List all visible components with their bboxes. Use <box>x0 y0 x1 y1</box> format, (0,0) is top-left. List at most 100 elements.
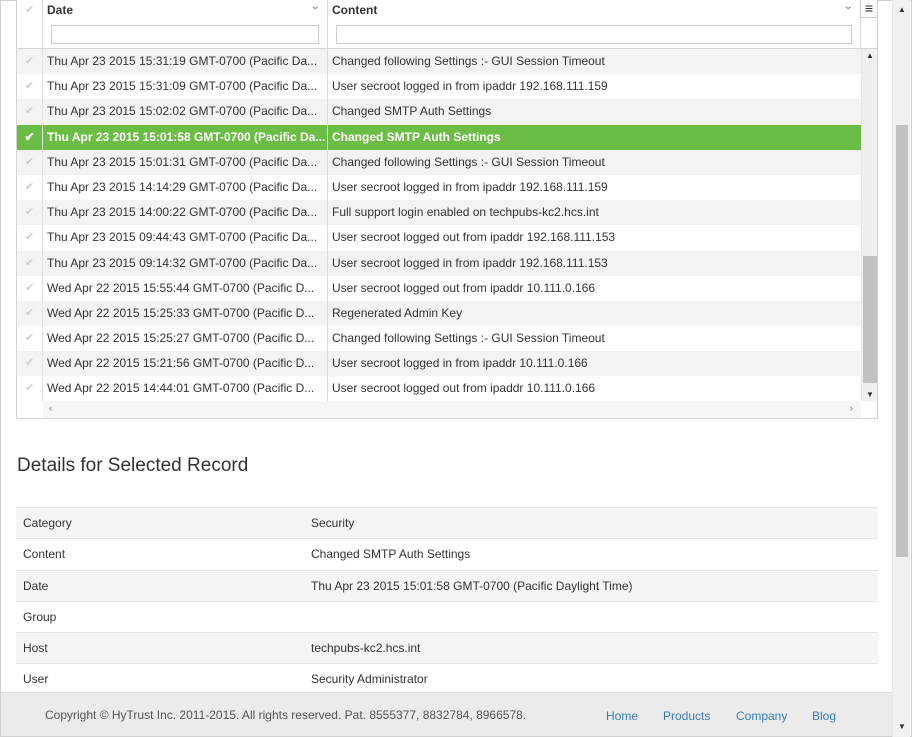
menu-icon[interactable]: ≡ <box>860 0 877 18</box>
row-date: Wed Apr 22 2015 15:25:33 GMT-0700 (Pacif… <box>43 300 328 327</box>
row-content: User secroot logged out from ipaddr 192.… <box>332 230 616 245</box>
column-header-content[interactable]: Content ⌄ <box>328 0 861 48</box>
check-icon[interactable]: ✔ <box>17 225 43 251</box>
grid-scroll-thumb[interactable] <box>863 256 877 383</box>
audit-log-grid: ✔ Date ⌄ Content ⌄ ≡ ✔ Thu Apr 23 2015 15… <box>16 0 878 419</box>
row-content: Full support login enabled on techpubs-k… <box>332 205 599 220</box>
grid-horizontal-scrollbar[interactable]: ‹ › <box>43 401 861 418</box>
detail-row: Content Changed SMTP Auth Settings <box>16 538 878 570</box>
detail-value: Changed SMTP Auth Settings <box>311 547 471 562</box>
content-filter-input[interactable] <box>336 25 852 44</box>
row-date: Thu Apr 23 2015 15:02:02 GMT-0700 (Pacif… <box>43 99 328 125</box>
footer-link-home[interactable]: Home <box>606 709 638 723</box>
footer-link-products[interactable]: Products <box>663 709 710 723</box>
detail-key: Group <box>23 609 57 624</box>
detail-row: Group <box>16 600 878 633</box>
check-icon[interactable]: ✔ <box>17 326 43 352</box>
detail-row: Host techpubs-kc2.hcs.int <box>16 632 878 664</box>
row-content: User secroot logged out from ipaddr 10.1… <box>332 381 596 396</box>
detail-value: techpubs-kc2.hcs.int <box>311 641 421 656</box>
table-row[interactable]: ✔ Wed Apr 22 2015 14:44:01 GMT-0700 (Paci… <box>17 376 861 401</box>
check-icon[interactable]: ✔ <box>17 149 43 175</box>
row-date: Thu Apr 23 2015 14:00:22 GMT-0700 (Pacif… <box>43 200 328 226</box>
column-label-date: Date <box>47 3 74 17</box>
detail-row: User Security Administrator <box>16 663 878 695</box>
check-icon[interactable]: ✔ <box>17 74 43 100</box>
table-row[interactable]: ✔ Thu Apr 23 2015 14:14:29 GMT-0700 (Paci… <box>17 174 861 201</box>
date-filter-input[interactable] <box>51 25 319 44</box>
chevron-down-icon[interactable]: ⌄ <box>842 1 853 12</box>
detail-key: User <box>23 672 49 687</box>
row-content: User secroot logged in from ipaddr 192.1… <box>332 179 608 194</box>
check-icon[interactable]: ✔ <box>17 376 43 401</box>
check-icon[interactable]: ✔ <box>17 174 43 201</box>
table-row[interactable]: ✔ Thu Apr 23 2015 15:02:02 GMT-0700 (Paci… <box>17 99 861 125</box>
check-icon[interactable]: ✔ <box>17 351 43 377</box>
check-icon[interactable]: ✔ <box>17 99 43 125</box>
column-label-content: Content <box>332 3 378 17</box>
row-date: Thu Apr 23 2015 09:14:32 GMT-0700 (Pacif… <box>43 250 328 276</box>
select-all-header[interactable]: ✔ <box>17 0 43 48</box>
footer-link-company[interactable]: Company <box>736 709 787 723</box>
table-row[interactable]: ✔ Wed Apr 22 2015 15:25:33 GMT-0700 (Paci… <box>17 300 861 327</box>
details-table: Category Security Content Changed SMTP Auth… <box>16 507 878 695</box>
detail-row: Date Thu Apr 23 2015 15:01:58 GMT-0700 (P… <box>16 569 878 601</box>
scroll-left-icon[interactable]: ‹ <box>49 403 52 413</box>
table-row[interactable]: ✔ Thu Apr 23 2015 15:31:09 GMT-0700 (Paci… <box>17 74 861 100</box>
row-date: Thu Apr 23 2015 15:01:58 GMT-0700 (Pacif… <box>43 124 328 150</box>
page-scrollbar[interactable]: ▲ ▼ <box>892 0 910 737</box>
table-row[interactable]: ✔ Wed Apr 22 2015 15:55:44 GMT-0700 (Paci… <box>17 275 861 301</box>
row-date: Thu Apr 23 2015 15:31:09 GMT-0700 (Pacif… <box>43 74 328 100</box>
footer-link-blog[interactable]: Blog <box>812 709 836 723</box>
row-content: Regenerated Admin Key <box>332 305 463 320</box>
check-icon[interactable]: ✔ <box>17 200 43 226</box>
detail-key: Content <box>23 547 66 562</box>
check-icon[interactable]: ✔ <box>17 275 43 301</box>
row-content: User secroot logged in from ipaddr 192.1… <box>332 79 608 94</box>
row-date: Wed Apr 22 2015 15:21:56 GMT-0700 (Pacif… <box>43 351 328 377</box>
row-content: User secroot logged out from ipaddr 10.1… <box>332 280 596 295</box>
scroll-up-icon[interactable]: ▲ <box>862 51 877 60</box>
detail-row: Category Security <box>16 507 878 539</box>
row-content: Changed SMTP Auth Settings <box>332 129 501 144</box>
chevron-down-icon[interactable]: ⌄ <box>309 1 320 12</box>
grid-vertical-scrollbar[interactable]: ▲ ▼ <box>861 49 877 401</box>
detail-value: Thu Apr 23 2015 15:01:58 GMT-0700 (Pacif… <box>311 578 633 593</box>
detail-key: Date <box>23 578 49 593</box>
table-row[interactable]: ✔ Thu Apr 23 2015 09:44:43 GMT-0700 (Paci… <box>17 225 861 251</box>
row-content: Changed SMTP Auth Settings <box>332 104 492 119</box>
scroll-right-icon[interactable]: › <box>850 403 853 413</box>
detail-key: Category <box>23 516 72 530</box>
table-row[interactable]: ✔ Wed Apr 22 2015 15:21:56 GMT-0700 (Paci… <box>17 351 861 377</box>
scroll-down-icon[interactable]: ▼ <box>893 722 911 731</box>
check-icon[interactable]: ✔ <box>17 300 43 327</box>
row-date: Wed Apr 22 2015 15:25:27 GMT-0700 (Pacif… <box>43 326 328 352</box>
copyright-text: Copyright © HyTrust Inc. 2011-2015. All … <box>45 708 527 722</box>
detail-value: Security Administrator <box>311 672 428 687</box>
row-content: Changed following Settings :- GUI Sessio… <box>332 54 605 68</box>
page-scroll-thumb[interactable] <box>896 125 908 557</box>
table-row[interactable]: ✔ Wed Apr 22 2015 15:25:27 GMT-0700 (Paci… <box>17 326 861 352</box>
column-header-date[interactable]: Date ⌄ <box>43 0 328 48</box>
check-icon[interactable]: ✔ <box>17 124 43 150</box>
row-date: Thu Apr 23 2015 09:44:43 GMT-0700 (Pacif… <box>43 225 328 251</box>
row-content: Changed following Settings :- GUI Sessio… <box>332 331 605 346</box>
scroll-down-icon[interactable]: ▼ <box>862 390 877 399</box>
table-row[interactable]: ✔ Thu Apr 23 2015 15:01:31 GMT-0700 (Paci… <box>17 149 861 175</box>
details-title: Details for Selected Record <box>17 455 249 476</box>
row-date: Thu Apr 23 2015 14:14:29 GMT-0700 (Pacif… <box>43 174 328 201</box>
check-icon[interactable]: ✔ <box>17 49 43 75</box>
table-row[interactable]: ✔ Thu Apr 23 2015 14:00:22 GMT-0700 (Paci… <box>17 200 861 226</box>
row-content: Changed following Settings :- GUI Sessio… <box>332 154 605 169</box>
row-date: Thu Apr 23 2015 15:31:19 GMT-0700 (Pacif… <box>43 49 328 75</box>
check-icon[interactable]: ✔ <box>25 3 34 16</box>
check-icon[interactable]: ✔ <box>17 250 43 276</box>
row-date: Wed Apr 22 2015 15:55:44 GMT-0700 (Pacif… <box>43 275 328 301</box>
row-date: Thu Apr 23 2015 15:01:31 GMT-0700 (Pacif… <box>43 149 328 175</box>
table-row[interactable]: ✔ Thu Apr 23 2015 15:31:19 GMT-0700 (Paci… <box>17 49 861 75</box>
table-row[interactable]: ✔ Thu Apr 23 2015 15:01:58 GMT-0700 (Paci… <box>17 124 861 150</box>
detail-value: Security <box>311 516 355 530</box>
table-row[interactable]: ✔ Thu Apr 23 2015 09:14:32 GMT-0700 (Paci… <box>17 250 861 276</box>
scroll-up-icon[interactable]: ▲ <box>893 5 911 14</box>
row-content: User secroot logged in from ipaddr 192.1… <box>332 255 608 270</box>
